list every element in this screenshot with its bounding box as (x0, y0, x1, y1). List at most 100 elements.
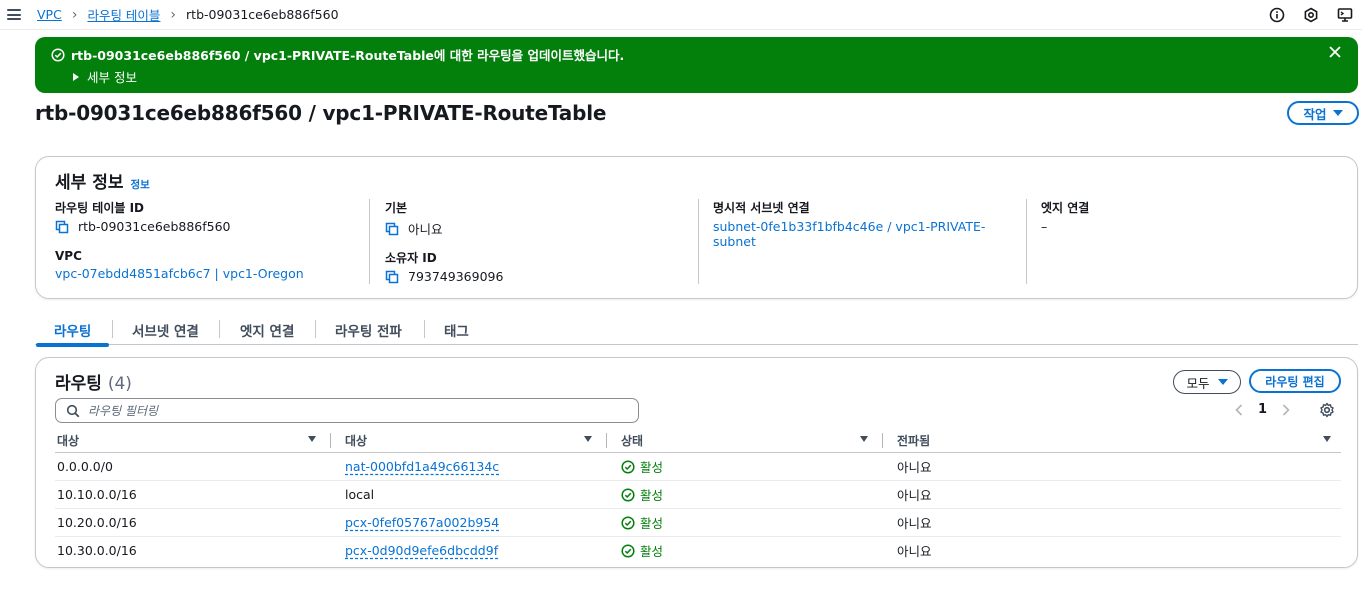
filter-all-label: 모두 (1186, 375, 1210, 391)
tab-divider (315, 320, 316, 338)
status-badge: 활성 (621, 457, 663, 476)
target-link[interactable]: pcx-0d90d9efe6dbcdd9f (345, 543, 498, 558)
table-row: 10.10.0.0/16 local 활성 아니요 (55, 481, 1341, 509)
status-active-icon (621, 487, 635, 502)
tab-bar: 라우팅 서브넷 연결 엣지 연결 라우팅 전파 태그 (35, 314, 1358, 347)
actions-button-label: 작업 (1303, 106, 1327, 122)
filter-all-dropdown[interactable]: 모두 (1173, 370, 1241, 394)
status-text: 활성 (640, 544, 664, 559)
caret-down-icon (1332, 110, 1343, 116)
routes-count: (4) (107, 374, 132, 394)
destination-cell: 10.20.0.0/16 (57, 515, 137, 530)
routes-table-header: 대상 대상 상태 전파됨 (55, 428, 1341, 453)
vpc-label: VPC (55, 249, 82, 263)
routes-filter[interactable] (55, 398, 639, 423)
table-preferences-gear-icon[interactable] (1319, 402, 1335, 422)
column-resize-handle[interactable] (330, 433, 331, 448)
tab-edge-associations[interactable]: 엣지 연결 (240, 314, 294, 345)
column-resize-handle[interactable] (606, 433, 607, 448)
cloudshell-icon[interactable] (1336, 6, 1354, 24)
sort-caret-icon[interactable] (860, 436, 868, 442)
table-row: 10.30.0.0/16 pcx-0d90d9efe6dbcdd9f 활성 아니… (55, 537, 1341, 565)
target-link[interactable]: nat-000bfd1a49c66134c (345, 459, 499, 474)
next-page-icon[interactable] (1281, 403, 1291, 417)
flash-close-icon[interactable] (1328, 45, 1342, 63)
search-icon (66, 404, 80, 417)
breadcrumb-separator-icon: › (71, 6, 78, 23)
column-header-propagated[interactable]: 전파됨 (897, 428, 930, 452)
table-row: 0.0.0.0/0 nat-000bfd1a49c66134c 활성 아니요 (55, 453, 1341, 481)
breadcrumb-route-tables[interactable]: 라우팅 테이블 (87, 5, 160, 24)
propagated-cell: 아니요 (897, 516, 932, 531)
sort-caret-icon[interactable] (1323, 436, 1331, 442)
main-value: 아니요 (408, 222, 443, 237)
page-title: rtb-09031ce6eb886f560 / vpc1-PRIVATE-Rou… (35, 101, 607, 125)
target-cell: local (345, 487, 375, 502)
flash-details-toggle[interactable]: 세부 정보 (73, 67, 137, 86)
column-header-target[interactable]: 대상 (345, 428, 367, 452)
owner-id-value: 793749369096 (408, 269, 504, 284)
column-header-status[interactable]: 상태 (621, 428, 643, 452)
status-active-icon (621, 515, 635, 530)
copy-icon[interactable] (55, 220, 69, 234)
top-bar: VPC › 라우팅 테이블 › rtb-09031ce6eb886f560 (0, 0, 1362, 30)
current-page-number[interactable]: 1 (1258, 402, 1267, 417)
success-check-icon (51, 47, 65, 62)
routes-title: 라우팅 (4) (55, 369, 132, 394)
tab-divider (219, 320, 220, 338)
destination-cell: 10.10.0.0/16 (57, 487, 137, 502)
propagated-cell: 아니요 (897, 488, 932, 503)
routes-filter-input[interactable] (88, 403, 628, 418)
settings-icon[interactable] (1302, 6, 1320, 24)
status-badge: 활성 (621, 541, 663, 560)
status-active-icon (621, 543, 635, 558)
subnet-association-link[interactable]: subnet-0fe1b33f1bfb4c46e / vpc1-PRIVATE-… (713, 219, 1026, 249)
breadcrumb-separator-icon: › (170, 6, 177, 23)
vpc-link[interactable]: vpc-07ebdd4851afcb6c7 | vpc1-Oregon (55, 266, 304, 281)
subnet-association-label: 명시적 서브넷 연결 (713, 201, 810, 215)
sort-caret-icon[interactable] (584, 436, 592, 442)
sort-caret-icon[interactable] (308, 436, 316, 442)
route-table-id-value: rtb-09031ce6eb886f560 (78, 219, 231, 234)
column-resize-handle[interactable] (882, 433, 883, 448)
status-active-icon (621, 459, 635, 474)
flash-details-label: 세부 정보 (87, 70, 137, 85)
route-table-id-label: 라우팅 테이블 ID (55, 201, 145, 215)
details-title: 세부 정보 (55, 173, 124, 193)
expand-triangle-icon (73, 72, 79, 81)
tab-tags[interactable]: 태그 (444, 314, 469, 345)
main-label: 기본 (385, 201, 408, 215)
status-badge: 활성 (621, 485, 663, 504)
hamburger-menu-icon[interactable] (7, 9, 21, 20)
tab-routes[interactable]: 라우팅 (35, 314, 110, 347)
column-header-destination[interactable]: 대상 (57, 428, 79, 452)
edge-association-value: – (1041, 219, 1048, 234)
info-icon[interactable] (1268, 6, 1286, 24)
copy-icon[interactable] (385, 270, 399, 284)
tab-divider (424, 320, 425, 338)
caret-down-icon (1217, 379, 1228, 385)
breadcrumb-current: rtb-09031ce6eb886f560 (186, 7, 339, 22)
propagated-cell: 아니요 (897, 460, 932, 475)
routes-panel: 라우팅 (4) 모두 라우팅 편집 1 대상 대상 상태 전파됨 0.0.0.0… (35, 357, 1358, 568)
tab-subnet-associations[interactable]: 서브넷 연결 (132, 314, 199, 345)
actions-button[interactable]: 작업 (1287, 101, 1359, 125)
copy-icon[interactable] (385, 222, 399, 236)
details-panel: 세부 정보 정보 라우팅 테이블 ID rtb-09031ce6eb886f56… (35, 156, 1358, 299)
status-text: 활성 (640, 488, 664, 503)
routes-title-text: 라우팅 (55, 374, 102, 394)
breadcrumb-vpc[interactable]: VPC (37, 7, 62, 22)
destination-cell: 0.0.0.0/0 (57, 459, 113, 474)
breadcrumb: VPC › 라우팅 테이블 › rtb-09031ce6eb886f560 (37, 5, 339, 24)
previous-page-icon[interactable] (1234, 403, 1244, 417)
pagination: 1 (1234, 402, 1291, 417)
status-text: 활성 (640, 460, 664, 475)
owner-id-label: 소유자 ID (385, 251, 437, 265)
target-link[interactable]: pcx-0fef05767a002b954 (345, 515, 499, 530)
edit-routes-button[interactable]: 라우팅 편집 (1249, 369, 1341, 393)
flash-message: rtb-09031ce6eb886f560 / vpc1-PRIVATE-Rou… (71, 48, 625, 63)
status-badge: 활성 (621, 513, 663, 532)
tab-route-propagation[interactable]: 라우팅 전파 (335, 314, 402, 345)
propagated-cell: 아니요 (897, 544, 932, 559)
details-info-link[interactable]: 정보 (130, 177, 149, 192)
